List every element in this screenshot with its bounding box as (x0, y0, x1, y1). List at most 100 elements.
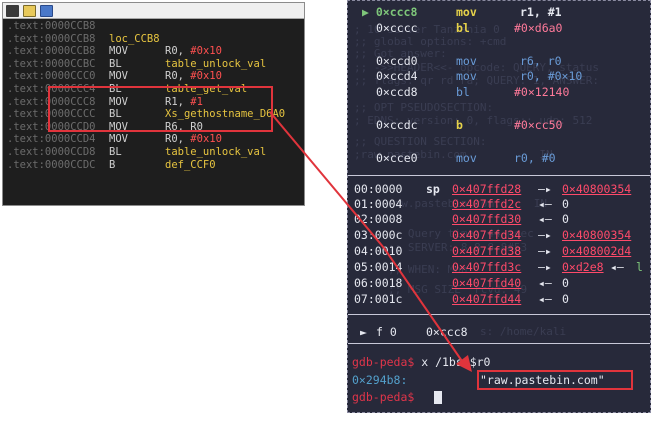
code-address: 0×ccd4 (376, 69, 418, 83)
ida-mnemonic: MOV (109, 133, 128, 146)
ida-address: .text:0000CCB8 (7, 20, 96, 32)
code-mnemonic: bl (456, 85, 470, 99)
ghost-text: ;; QUESTION SECTION: (354, 135, 487, 148)
terminal-cursor (434, 391, 442, 404)
gdb-input-line[interactable]: gdb-peda$ (352, 390, 414, 404)
stack-pointer: 0×407ffd44 (452, 292, 522, 306)
section-divider (348, 175, 650, 176)
arrow-left-icon: ◂— (538, 212, 552, 226)
gdb-terminal[interactable]: ; 10 server Tanzania 0 ;; global options… (347, 0, 651, 413)
ida-operand: R0, (165, 70, 191, 83)
stack-pointer: 0×407ffd38 (452, 244, 522, 258)
ida-address: .text:0000CCB8 (7, 45, 96, 58)
graph-icon[interactable] (6, 5, 19, 17)
arrow-right-icon: —▸ (538, 228, 552, 242)
code-address: 0×ccd8 (376, 85, 418, 99)
stack-pointer: 0×407ffd28 (452, 182, 522, 196)
stack-value: 0 (562, 197, 569, 211)
code-mnemonic: b (456, 118, 463, 132)
memory-address: 0×294b8: (352, 373, 408, 387)
ida-immediate: #0x10 (190, 133, 222, 146)
frame-address: 0×ccc8 (426, 325, 468, 339)
ida-line[interactable]: .text:0000CCB8 (3, 20, 304, 33)
edit-icon[interactable] (23, 5, 36, 17)
stack-index: 00:0000 (354, 182, 403, 196)
ida-line[interactable]: .text:0000CCD4 MOV R0, #0x10 (3, 133, 304, 146)
arrow-left-icon: ◂— (538, 292, 552, 306)
stack-pointer-target: 0×40800354 (562, 182, 632, 196)
stack-pointer: 0×407ffd40 (452, 276, 522, 290)
stack-value: 0 (562, 212, 569, 226)
code-mnemonic: mov (456, 54, 477, 68)
code-target: #0×d6a0 (514, 21, 563, 35)
code-mnemonic: mov (456, 5, 477, 19)
ida-line[interactable]: .text:0000CCD8 BL table_unlock_val (3, 146, 304, 159)
ida-call-target[interactable]: table_unlock_val (165, 146, 266, 158)
ida-address: .text:0000CCB8 (7, 32, 96, 45)
code-target: #0×12140 (514, 85, 570, 99)
code-address: 0×ccd0 (376, 54, 418, 68)
gdb-command-line[interactable]: gdb-peda$ x /1bs $r0 (352, 355, 490, 369)
code-mnemonic: mov (456, 151, 477, 165)
highlight-box-table-get-val (48, 86, 273, 132)
stack-index: 06:0018 (354, 276, 403, 290)
ida-toolbar (3, 3, 304, 19)
code-address: 0×cccc (376, 21, 418, 35)
stack-value-tail: l (636, 260, 643, 274)
current-pc-marker-icon: ▶ (362, 5, 376, 19)
stack-index: 02:0008 (354, 212, 403, 226)
code-address: 0×ccc8 (375, 5, 418, 19)
stack-index: 05:0014 (354, 260, 403, 274)
ida-mnemonic: MOV (109, 45, 128, 58)
arrow-right-icon: —▸ (538, 244, 552, 258)
hex-icon[interactable] (40, 5, 53, 17)
ida-line[interactable]: .text:0000CCC0 MOV R0, #0x10 (3, 70, 304, 83)
ida-address: .text:0000CCC0 (7, 70, 96, 83)
ida-operand: R0, (165, 45, 191, 58)
ghost-text: ;; OPT PSEUDOSECTION: (354, 101, 494, 114)
stack-value: 0 (562, 292, 569, 306)
code-address: 0×ccdc (376, 118, 418, 132)
gdb-prompt: gdb-peda$ (352, 355, 415, 369)
arrow-right-icon: —▸ (538, 182, 552, 196)
ghost-text: s: /home/kali (480, 325, 567, 338)
stack-register: sp (426, 182, 440, 196)
arrow-left-icon: ◂— (538, 197, 552, 211)
ida-mnemonic: BL (109, 57, 122, 70)
code-mnemonic: mov (456, 69, 477, 83)
ida-address: .text:0000CCBC (7, 57, 96, 70)
ida-line[interactable]: .text:0000CCB8 MOV R0, #0x10 (3, 45, 304, 58)
frame-marker-icon: ► (360, 325, 367, 339)
code-operands: r0, #0 (514, 151, 556, 165)
code-operands: r6, r0 (520, 54, 562, 68)
frame-label: f 0 (376, 325, 397, 339)
ida-call-target[interactable]: table_unlock_val (165, 58, 266, 70)
ida-disassembly-window: .text:0000CCB8 .text:0000CCB8 loc_CCB8 .t… (2, 2, 305, 206)
code-operands: r0, #0×10 (520, 69, 583, 83)
stack-pointer-target: 0×408002d4 (562, 244, 632, 258)
ida-line[interactable]: .text:0000CCBC BL table_unlock_val (3, 58, 304, 71)
code-operands: r1, #1 (520, 5, 562, 19)
ida-label-loc[interactable]: loc_CCB8 (109, 33, 160, 45)
stack-index: 03:000c (354, 228, 403, 242)
stack-pointer-target: 0×40800354 (562, 228, 632, 242)
ida-operand: R0, (165, 133, 191, 146)
arrow-left-icon: ◂— (610, 260, 624, 274)
highlight-box-result (477, 370, 633, 390)
ida-mnemonic: B (109, 158, 116, 171)
stack-index: 07:001c (354, 292, 403, 306)
stack-pointer: 0×407ffd3c (452, 260, 522, 274)
ida-line[interactable]: .text:0000CCDC Bdef_CCF0 (3, 159, 304, 172)
stack-pointer: 0×407ffd2c (452, 197, 522, 211)
arrow-right-icon: —▸ (538, 260, 552, 274)
ida-branch-target[interactable]: def_CCF0 (165, 159, 216, 171)
ida-mnemonic: BL (109, 145, 122, 158)
code-line-current: ▶ 0×ccc8 (362, 5, 417, 19)
ida-immediate: #0x10 (190, 70, 222, 83)
ida-address: .text:0000CCDC (7, 158, 96, 171)
arrow-left-icon: ◂— (538, 276, 552, 290)
stack-index: 04:0010 (354, 244, 403, 258)
section-divider (348, 314, 650, 315)
stack-value: 0 (562, 276, 569, 290)
ida-line[interactable]: .text:0000CCB8 loc_CCB8 (3, 33, 304, 46)
